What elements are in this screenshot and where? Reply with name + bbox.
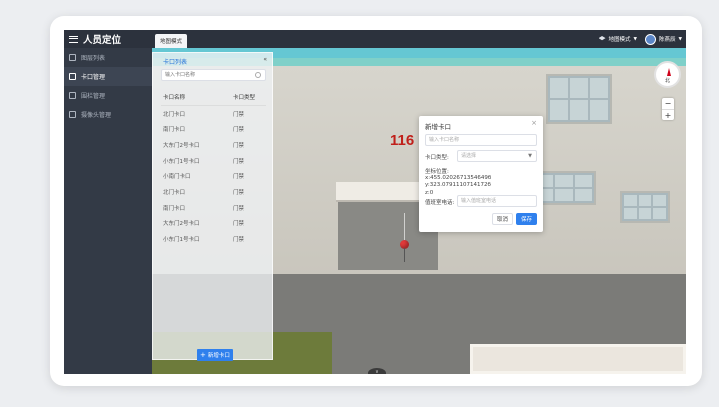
compass-needle — [667, 68, 671, 76]
sidebar-item-label: 围栏管理 — [81, 93, 106, 100]
checkpoint-icon — [69, 73, 76, 80]
cell-type: 门禁 — [233, 111, 245, 118]
add-checkpoint-button[interactable]: + 新增卡口 — [197, 349, 233, 361]
table-row[interactable]: 小南门卡口 门禁 — [161, 168, 266, 184]
zoom-out-button[interactable]: − — [662, 98, 674, 109]
window — [546, 74, 612, 124]
menu-icon[interactable] — [69, 35, 78, 43]
type-label: 卡口类型: — [425, 155, 449, 161]
sidebar-item-checkpoints[interactable]: 卡口管理 — [64, 67, 152, 86]
layers-icon — [598, 36, 606, 41]
chevron-down-icon: ▼ — [528, 153, 532, 159]
map-mode-dropdown[interactable]: 地图模式 ▼ — [598, 35, 638, 43]
coord-z: z:0 — [425, 189, 434, 196]
cell-name: 小东门1号卡口 — [163, 237, 200, 244]
cell-type: 门禁 — [233, 189, 245, 196]
panel-title: 卡口列表 — [163, 59, 188, 66]
sidebar: 人员定位 图层列表 卡口管理 围栏管理 摄像头管理 — [64, 30, 152, 374]
table-row[interactable]: 北门卡口 门禁 — [161, 184, 266, 200]
duty-phone-input[interactable]: 输入值班室电话 — [457, 195, 537, 207]
user-name: 陈燕辰 — [659, 37, 676, 43]
compass-label: 北 — [664, 78, 670, 84]
avatar — [645, 33, 657, 45]
fence-icon — [69, 92, 76, 99]
cell-name: 大东门2号卡口 — [163, 142, 200, 149]
layers-icon — [69, 54, 76, 61]
search-input[interactable] — [161, 69, 266, 81]
user-menu[interactable]: 陈燕辰 ▼ — [645, 33, 682, 45]
coord-y: y:323.0791110714172б — [425, 182, 491, 188]
table-row[interactable]: 大东门2号卡口 门禁 — [161, 137, 266, 153]
dialog-title: 新增卡口 — [425, 123, 451, 131]
app-window: 人员定位 图层列表 卡口管理 围栏管理 摄像头管理 地图模式 地图模式 ▼ 陈燕… — [64, 30, 686, 374]
checkpoint-list-panel: 卡口列表 « 卡口名称 卡口类型 北门卡口门禁 南门卡口门禁 大东门2号卡口门禁… — [152, 52, 273, 361]
plus-icon: + — [200, 350, 206, 359]
table-row[interactable]: 大东门2号卡口 门禁 — [161, 216, 266, 232]
checkpoint-table: 卡口名称 卡口类型 北门卡口 门禁 南门卡口 门禁 大东门2号卡口 门禁 小东门1号卡… — [161, 90, 266, 247]
building-number: 116 — [390, 132, 415, 149]
bottom-panel-toggle[interactable]: ∨ — [368, 368, 386, 374]
coord-x: x:455.0202671354649б — [425, 174, 492, 181]
sidebar-item-cameras[interactable]: 摄像头管理 — [64, 105, 152, 124]
cell-type: 门禁 — [233, 142, 245, 149]
cell-type: 门禁 — [233, 221, 245, 228]
cell-name: 小南门卡口 — [163, 174, 191, 181]
table-row[interactable]: 南门卡口 门禁 — [161, 121, 266, 137]
save-button[interactable]: 保存 — [516, 213, 537, 225]
add-checkpoint-dialog: 新增卡口 × 输入卡口名称 卡口类型: 请选择 ▼ 坐标位置: x:455.02… — [419, 116, 543, 232]
column-header-type: 卡口类型 — [233, 95, 256, 102]
cell-type: 门禁 — [233, 174, 245, 181]
cell-name: 大东门2号卡口 — [163, 221, 200, 228]
chevron-down-icon: ▼ — [633, 36, 638, 42]
checkpoint-type-select[interactable]: 请选择 ▼ — [457, 150, 537, 162]
pin-guide-line — [404, 213, 405, 241]
zoom-control: − + — [662, 98, 674, 120]
compass-icon[interactable]: 北 — [654, 61, 681, 88]
cell-name: 南门卡口 — [163, 205, 186, 212]
cell-type: 门禁 — [233, 205, 245, 212]
app-title: 人员定位 — [83, 35, 122, 46]
cell-name: 北门卡口 — [163, 189, 186, 196]
app-header: 人员定位 — [64, 30, 152, 48]
table-header: 卡口名称 卡口类型 — [161, 90, 266, 106]
map-mode-label: 地图模式 — [608, 37, 631, 43]
main-area: 地图模式 地图模式 ▼ 陈燕辰 ▼ 116 北 − + ∨ 卡口列表 « 输入卡… — [152, 30, 686, 374]
sidebar-item-label: 摄像头管理 — [81, 112, 112, 119]
sidebar-item-fences[interactable]: 围栏管理 — [64, 86, 152, 105]
cell-type: 门禁 — [233, 158, 245, 165]
table-row[interactable]: 北门卡口 门禁 — [161, 106, 266, 122]
cell-name: 小东门1号卡口 — [163, 158, 200, 165]
cell-type: 门禁 — [233, 127, 245, 134]
table-row[interactable]: 南门卡口 门禁 — [161, 200, 266, 216]
search-icon[interactable] — [255, 72, 261, 78]
cell-name: 南门卡口 — [163, 127, 186, 134]
close-icon[interactable]: × — [531, 119, 537, 127]
cancel-button[interactable]: 取消 — [492, 213, 513, 225]
window — [620, 191, 670, 223]
top-right-controls: 地图模式 ▼ 陈燕辰 ▼ — [598, 30, 682, 48]
sidebar-item-label: 卡口管理 — [81, 74, 106, 81]
checkpoint-name-input[interactable]: 输入卡口名称 — [425, 134, 537, 146]
cell-type: 门禁 — [233, 237, 245, 244]
table-row[interactable]: 小东门1号卡口 门禁 — [161, 153, 266, 169]
cell-name: 北门卡口 — [163, 111, 186, 118]
type-placeholder: 请选择 — [461, 153, 477, 159]
chevron-down-icon: ▼ — [678, 36, 682, 42]
sidebar-item-label: 图层列表 — [81, 55, 106, 62]
map-3d-view[interactable]: 116 北 − + ∨ 卡口列表 « 输入卡口名称 卡口名称 卡口类型 北门卡口… — [152, 48, 686, 374]
sidebar-item-layers[interactable]: 图层列表 — [64, 48, 152, 67]
add-checkpoint-label: 新增卡口 — [207, 353, 230, 359]
collapse-icon[interactable]: « — [263, 56, 267, 63]
pin-stem — [404, 248, 405, 262]
top-bar: 地图模式 地图模式 ▼ 陈燕辰 ▼ — [152, 30, 686, 48]
tab-map-mode[interactable]: 地图模式 — [155, 34, 188, 48]
zoom-in-button[interactable]: + — [662, 109, 674, 120]
table-row[interactable]: 小东门1号卡口 门禁 — [161, 231, 266, 247]
camera-icon — [69, 111, 76, 118]
ground-slab — [470, 344, 686, 374]
phone-label: 值班室电话: — [425, 200, 455, 206]
column-header-name: 卡口名称 — [163, 95, 186, 102]
